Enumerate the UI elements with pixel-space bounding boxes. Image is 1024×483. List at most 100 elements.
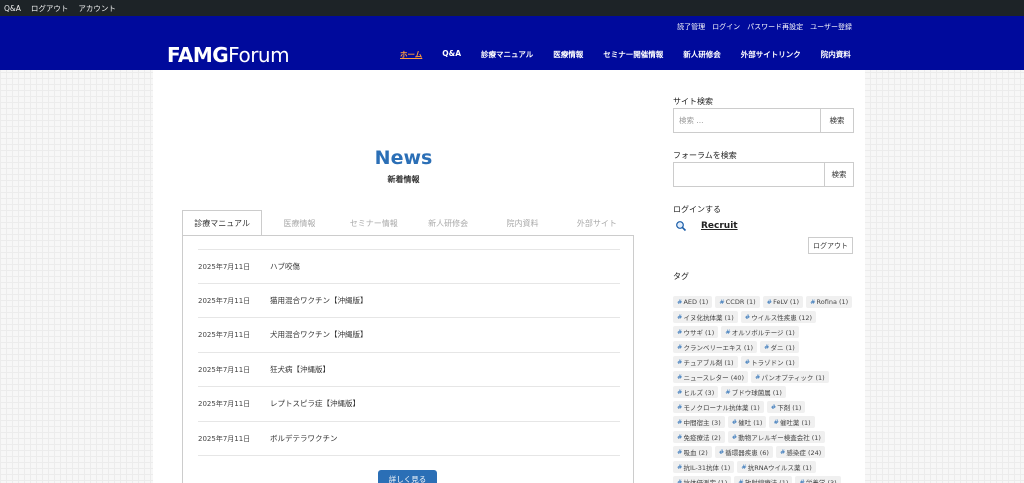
tag-chip[interactable]: # トラゾドン (1) [740, 356, 799, 368]
news-item-title[interactable]: 猫用混合ワクチン【沖縄版】 [270, 295, 368, 306]
hash-icon: # [677, 373, 683, 381]
forum-search-input[interactable] [674, 163, 825, 186]
tag-chip[interactable]: # 抗RNAウイルス薬 (1) [737, 461, 816, 473]
util-link-reading-manage[interactable]: 読了管理 [677, 22, 705, 32]
tag-chip[interactable]: # 循環器疾患 (6) [714, 446, 773, 458]
tag-label: ウイルス性疾患 (12) [751, 314, 813, 322]
tag-chip[interactable]: # モノクローナル抗体薬 (1) [673, 401, 764, 413]
news-item-title[interactable]: レプトスピラ症【沖縄版】 [270, 398, 360, 409]
tag-chip[interactable]: # 栄養学 (3) [795, 476, 841, 483]
site-search-button[interactable]: 検索 [821, 109, 853, 132]
more-button[interactable]: 詳しく見る [378, 470, 437, 483]
news-subtitle: 新着情報 [387, 175, 420, 184]
nav-internal-docs[interactable]: 院内資料 [821, 49, 851, 60]
news-item[interactable]: 2025年7月11日 犬用混合ワクチン【沖縄版】 [198, 317, 620, 351]
hash-icon: # [677, 343, 683, 351]
tag-chip[interactable]: # チュアブル剤 (1) [673, 356, 738, 368]
tag-chip[interactable]: # 抗体価測定 (1) [673, 476, 732, 483]
tag-label: 免疫療法 (2) [683, 434, 721, 442]
site-logo[interactable]: FAMGForum [167, 43, 290, 67]
news-date: 2025年7月11日 [198, 262, 251, 271]
tag-chip[interactable]: # クランベリーエキス (1) [673, 341, 758, 353]
tag-label: ニュースレター (40) [683, 374, 745, 382]
tags-heading: タグ [673, 272, 689, 281]
adminbar-qa-link[interactable]: Q&A [4, 4, 21, 13]
tag-label: 下剤 (1) [777, 404, 802, 412]
tag-chip[interactable]: # 抗IL-31抗体 (1) [673, 461, 735, 473]
tag-chip[interactable]: # 催吐薬 (1) [769, 416, 815, 428]
news-tabs: 診療マニュアル 医療情報 セミナー情報 新人研修会 院内資料 外部サイト [182, 210, 634, 236]
tag-chip[interactable]: # イヌ化抗体薬 (1) [673, 311, 738, 323]
news-item[interactable]: 2025年7月11日 ボルデテラワクチン [198, 421, 620, 455]
tag-chip[interactable]: # 下剤 (1) [766, 401, 806, 413]
tag-chip[interactable]: # Rofina (1) [806, 296, 853, 308]
nav-manual[interactable]: 診療マニュアル [481, 49, 533, 60]
news-item[interactable]: 2025年7月11日 レプトスピラ症【沖縄版】 [198, 386, 620, 420]
nav-external-links[interactable]: 外部サイトリンク [741, 49, 801, 60]
tag-label: 吸血 (2) [683, 449, 708, 457]
hash-icon: # [731, 418, 738, 426]
tag-chip[interactable]: # ニュースレター (40) [673, 371, 749, 383]
tag-chip[interactable]: # 免疫療法 (2) [673, 431, 725, 443]
news-item-title[interactable]: 狂犬病【沖縄版】 [270, 364, 330, 375]
hash-icon: # [773, 418, 779, 426]
news-item-title[interactable]: ハブ咬傷 [270, 261, 300, 272]
tag-chip[interactable]: # 動物アレルギー検査会社 (1) [727, 431, 825, 443]
news-title: News [374, 147, 433, 169]
adminbar-logout-link[interactable]: ログアウト [31, 3, 69, 14]
tag-chip[interactable]: # ヒルズ (3) [673, 386, 719, 398]
news-item[interactable]: 2025年7月11日 ハブ咬傷 [198, 249, 620, 283]
username-link[interactable]: Recruit [701, 221, 738, 231]
tab-training[interactable]: 新人研修会 [411, 210, 485, 236]
nav-training[interactable]: 新人研修会 [683, 49, 721, 60]
news-item[interactable]: 2025年7月11日 猫用混合ワクチン【沖縄版】 [198, 283, 620, 317]
tag-chip[interactable]: # 中間宿主 (3) [673, 416, 725, 428]
tag-label: 抗IL-31抗体 (1) [683, 464, 731, 472]
tag-chip[interactable]: # ダニ (1) [760, 341, 799, 353]
hash-icon: # [677, 358, 683, 366]
hash-icon: # [677, 403, 683, 411]
utility-links: 読了管理 ログイン パスワード再設定 ユーザー登録 [677, 22, 852, 32]
nav-home[interactable]: ホーム [400, 49, 422, 60]
tag-chip[interactable]: # 放射線療法 (1) [734, 476, 793, 483]
logout-button[interactable]: ログアウト [808, 237, 853, 254]
hash-icon: # [677, 448, 683, 456]
nav-medical-info[interactable]: 医療情報 [553, 49, 583, 60]
tag-chip[interactable]: # FeLV (1) [762, 296, 804, 308]
tag-chip[interactable]: # AED (1) [673, 296, 713, 308]
tag-chip[interactable]: # ブドウ球菌属 (1) [721, 386, 786, 398]
sidebar: サイト検索 検索 ... 検索 フォーラムを検索 検索 ログインする Recru… [654, 70, 865, 483]
hash-icon: # [738, 478, 744, 483]
nav-seminar[interactable]: セミナー開催情報 [603, 49, 663, 60]
nav-qa[interactable]: Q&A [442, 49, 461, 60]
tab-internal-docs[interactable]: 院内資料 [485, 210, 559, 236]
news-date: 2025年7月11日 [198, 399, 251, 408]
tag-chip[interactable]: # 吸血 (2) [673, 446, 712, 458]
util-link-password-reset[interactable]: パスワード再設定 [747, 22, 803, 32]
tag-chip[interactable]: # 催吐 (1) [727, 416, 767, 428]
tab-external-sites[interactable]: 外部サイト [560, 210, 634, 236]
tag-label: イヌ化抗体薬 (1) [683, 314, 734, 322]
util-link-login[interactable]: ログイン [712, 22, 740, 32]
util-link-register[interactable]: ユーザー登録 [810, 22, 852, 32]
tag-chip[interactable]: # CCDR (1) [715, 296, 760, 308]
news-item-title[interactable]: ボルデテラワクチン [270, 433, 338, 444]
tag-chip[interactable]: # パンオプティック (1) [751, 371, 829, 383]
tab-seminar[interactable]: セミナー情報 [337, 210, 411, 236]
tag-chip[interactable]: # 感染症 (24) [775, 446, 826, 458]
adminbar-account-link[interactable]: アカウント [78, 3, 116, 14]
site-search-input[interactable]: 検索 ... [674, 109, 821, 132]
tag-chip[interactable]: # オルソボルテージ (1) [721, 326, 799, 338]
forum-search-button[interactable]: 検索 [825, 163, 853, 186]
news-item[interactable]: 2025年7月11日 狂犬病【沖縄版】 [198, 352, 620, 386]
news-item-title[interactable]: 犬用混合ワクチン【沖縄版】 [270, 329, 368, 340]
tag-chip[interactable]: # ウサギ (1) [673, 326, 719, 338]
site-search-heading: サイト検索 [673, 97, 713, 106]
tag-chip[interactable]: # ウイルス性疾患 (12) [740, 311, 817, 323]
tag-label: 動物アレルギー検査会社 (1) [738, 434, 821, 442]
hash-icon: # [766, 298, 773, 306]
tab-medical-info[interactable]: 医療情報 [262, 210, 336, 236]
tag-label: 栄養学 (3) [805, 479, 837, 483]
tab-manual[interactable]: 診療マニュアル [182, 210, 263, 236]
site-header: 読了管理 ログイン パスワード再設定 ユーザー登録 FAMGForum ホーム … [0, 16, 1024, 70]
